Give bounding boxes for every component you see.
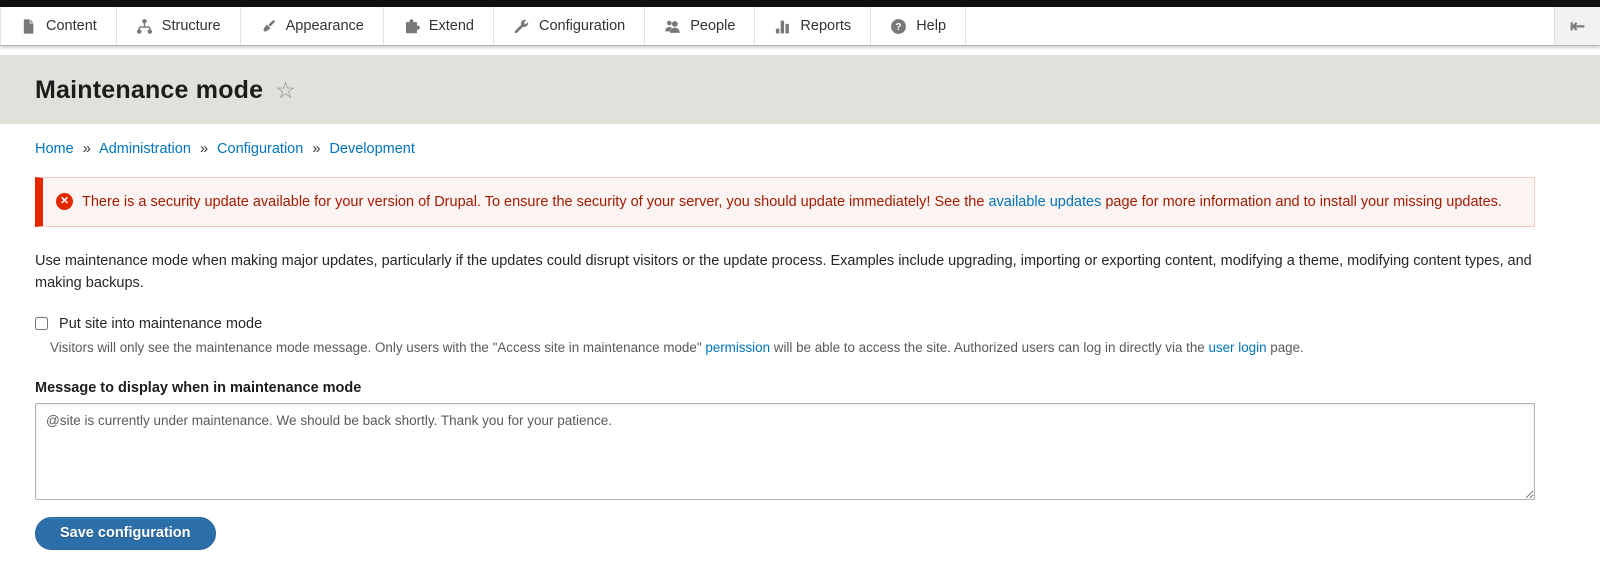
- user-login-link[interactable]: user login: [1208, 340, 1266, 355]
- toolbar-item-appearance[interactable]: Appearance: [241, 7, 384, 45]
- toolbar-item-label: Reports: [800, 18, 851, 34]
- breadcrumb-separator: »: [312, 141, 320, 157]
- toolbar-item-label: Help: [916, 18, 946, 34]
- toolbar-item-help[interactable]: ? Help: [871, 7, 966, 45]
- svg-text:?: ?: [896, 22, 902, 33]
- toolbar-item-label: Appearance: [286, 18, 364, 34]
- toolbar-item-people[interactable]: People: [645, 7, 755, 45]
- page-title: Maintenance mode ☆: [35, 76, 1565, 105]
- toolbar-item-label: Extend: [429, 18, 474, 34]
- puzzle-icon: [403, 18, 420, 35]
- maintenance-mode-checkbox-label[interactable]: Put site into maintenance mode: [59, 316, 262, 332]
- error-text-after-link: page for more information and to install…: [1101, 194, 1502, 210]
- maintenance-message-textarea[interactable]: @site is currently under maintenance. We…: [35, 403, 1535, 500]
- maintenance-message-label: Message to display when in maintenance m…: [35, 380, 1535, 396]
- sitemap-icon: [136, 18, 153, 35]
- maintenance-mode-intro: Use maintenance mode when making major u…: [35, 250, 1535, 294]
- toolbar-item-label: Content: [46, 18, 97, 34]
- description-part: page.: [1267, 340, 1304, 355]
- maintenance-mode-checkbox-description: Visitors will only see the maintenance m…: [50, 339, 1535, 357]
- error-icon: ✕: [56, 193, 73, 210]
- save-configuration-button[interactable]: Save configuration: [35, 517, 216, 550]
- maintenance-mode-checkbox[interactable]: [35, 317, 48, 330]
- toolbar-item-label: Configuration: [539, 18, 625, 34]
- page-title-text: Maintenance mode: [35, 76, 263, 105]
- breadcrumb-separator: »: [83, 141, 91, 157]
- people-icon: [664, 18, 681, 35]
- help-icon: ?: [890, 18, 907, 35]
- collapse-left-icon: ⇤: [1570, 16, 1585, 37]
- toolbar-item-content[interactable]: Content: [0, 7, 117, 45]
- breadcrumb: Home » Administration » Configuration » …: [35, 141, 1535, 157]
- breadcrumb-link-home[interactable]: Home: [35, 141, 74, 157]
- toolbar-orientation-toggle-button[interactable]: ⇤: [1554, 7, 1600, 45]
- page-header: Maintenance mode ☆: [0, 55, 1600, 124]
- maintenance-mode-checkbox-item: Put site into maintenance mode Visitors …: [35, 316, 1535, 357]
- toolbar-item-configuration[interactable]: Configuration: [494, 7, 645, 45]
- main-content: Home » Administration » Configuration » …: [0, 141, 1600, 550]
- admin-bar: [0, 0, 1600, 7]
- favorite-star-icon[interactable]: ☆: [275, 79, 296, 102]
- toolbar-item-label: People: [690, 18, 735, 34]
- toolbar-item-reports[interactable]: Reports: [755, 7, 871, 45]
- description-part: will be able to access the site. Authori…: [770, 340, 1208, 355]
- error-message-text: There is a security update available for…: [82, 191, 1502, 213]
- description-part: Visitors will only see the maintenance m…: [50, 340, 705, 355]
- breadcrumb-link-development[interactable]: Development: [329, 141, 414, 157]
- available-updates-link[interactable]: available updates: [988, 194, 1101, 210]
- error-text-before-link: There is a security update available for…: [82, 194, 988, 210]
- breadcrumb-link-administration[interactable]: Administration: [99, 141, 191, 157]
- wrench-icon: [513, 18, 530, 35]
- toolbar-item-label: Structure: [162, 18, 221, 34]
- error-message: ✕ There is a security update available f…: [35, 177, 1535, 227]
- admin-toolbar: Content Structure Appearance: [0, 7, 1600, 46]
- file-icon: [20, 18, 37, 35]
- paintbrush-icon: [260, 18, 277, 35]
- breadcrumb-separator: »: [200, 141, 208, 157]
- toolbar-spacer: [966, 7, 1554, 45]
- permission-link[interactable]: permission: [705, 340, 770, 355]
- bar-chart-icon: [774, 18, 791, 35]
- breadcrumb-link-configuration[interactable]: Configuration: [217, 141, 303, 157]
- toolbar-item-structure[interactable]: Structure: [117, 7, 241, 45]
- toolbar-item-extend[interactable]: Extend: [384, 7, 494, 45]
